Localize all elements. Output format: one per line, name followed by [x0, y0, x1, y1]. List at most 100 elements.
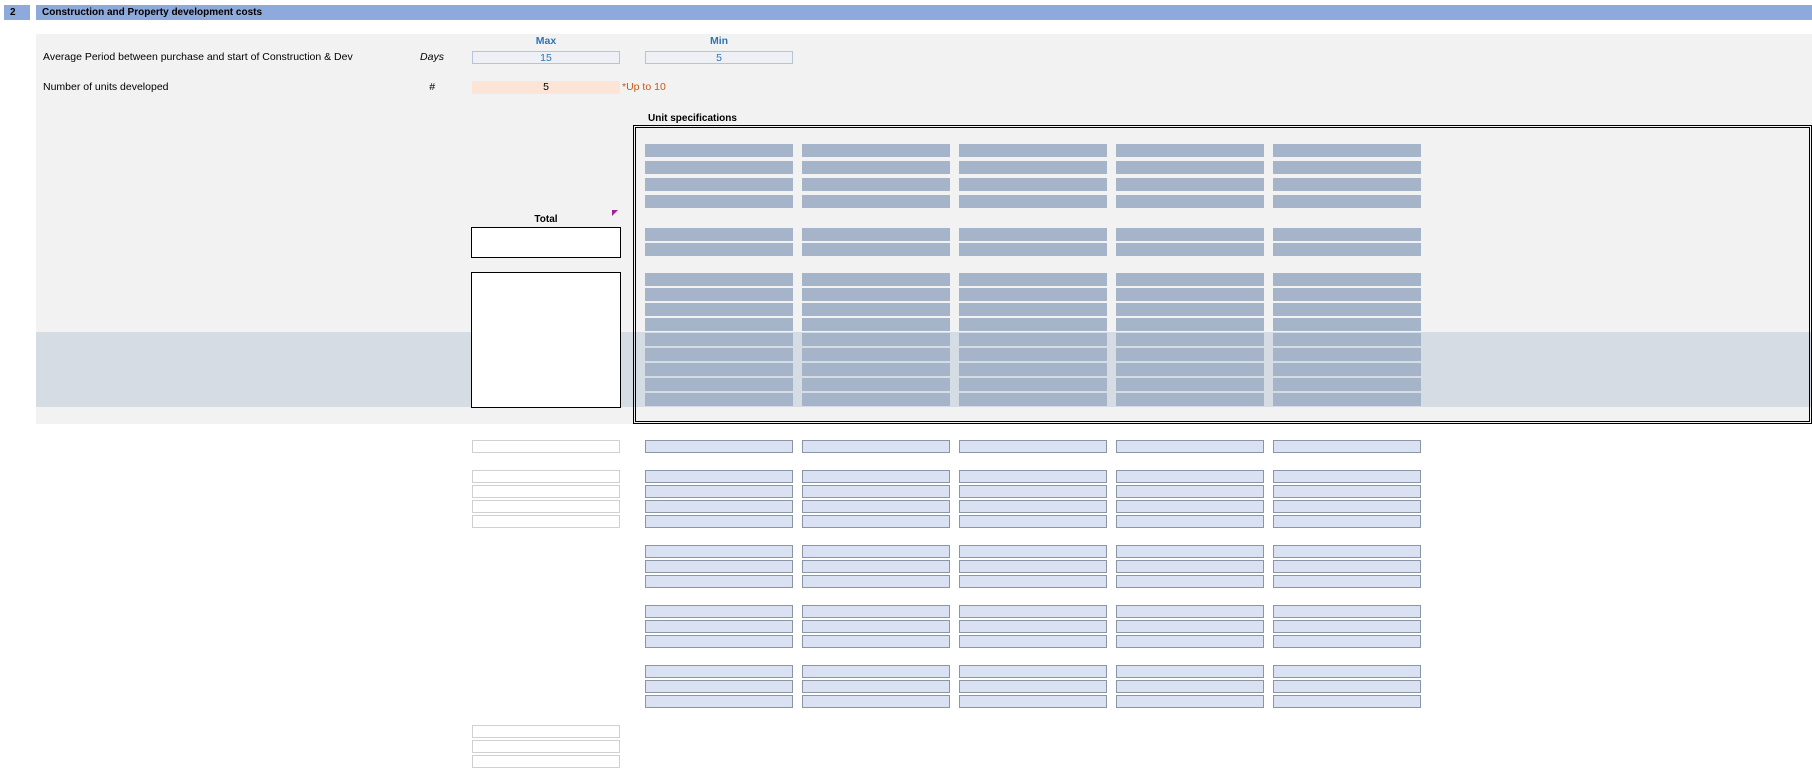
spec-cell[interactable]	[1116, 195, 1264, 208]
surface-cell[interactable]	[959, 228, 1107, 241]
surface-cell[interactable]	[1116, 243, 1264, 256]
cost-cell[interactable]	[1116, 363, 1264, 376]
cost-cell[interactable]	[959, 303, 1107, 316]
cost-cell[interactable]	[802, 348, 950, 361]
ratio-unit	[412, 469, 452, 484]
cost-cell[interactable]	[959, 318, 1107, 331]
surface-cell[interactable]	[645, 228, 793, 241]
cost-cell[interactable]	[1273, 303, 1421, 316]
cost-cell[interactable]	[1116, 303, 1264, 316]
surface-cell[interactable]	[1273, 243, 1421, 256]
cost-total	[472, 363, 620, 376]
cost-cell[interactable]	[1273, 333, 1421, 346]
surface-cell[interactable]	[959, 243, 1107, 256]
spec-cell[interactable]	[802, 178, 950, 191]
total-period-total	[472, 725, 620, 738]
cost-cell[interactable]	[1273, 288, 1421, 301]
max-header: Max	[535, 35, 557, 47]
cost-cell[interactable]	[1273, 348, 1421, 361]
cost-cell[interactable]	[1273, 393, 1421, 406]
surface-cell[interactable]	[645, 243, 793, 256]
spec-cell[interactable]	[802, 195, 950, 208]
total-costs-cell	[959, 440, 1107, 453]
spec-cell[interactable]	[1116, 161, 1264, 174]
cost-cell[interactable]	[959, 393, 1107, 406]
surface-unit	[412, 227, 452, 242]
units-developed-input[interactable]: 5	[472, 81, 620, 94]
cost-cell[interactable]	[802, 303, 950, 316]
cost-cell[interactable]	[802, 333, 950, 346]
cost-cell[interactable]	[1116, 333, 1264, 346]
dev-days-cell	[959, 665, 1107, 678]
unit-specifications-title: Unit specifications	[648, 113, 737, 124]
start-date-cell	[1116, 545, 1264, 558]
cost-cell[interactable]	[645, 303, 793, 316]
cost-cell[interactable]	[645, 378, 793, 391]
cost-cell[interactable]	[959, 348, 1107, 361]
start-date-unit	[412, 559, 452, 574]
cost-cell[interactable]	[1273, 363, 1421, 376]
cost-cell[interactable]	[959, 333, 1107, 346]
spec-cell[interactable]	[1273, 178, 1421, 191]
surface-cell[interactable]	[802, 228, 950, 241]
cost-cell[interactable]	[802, 393, 950, 406]
cost-cell[interactable]	[802, 318, 950, 331]
cost-cell[interactable]	[1273, 273, 1421, 286]
period-min-input[interactable]: 5	[645, 51, 793, 64]
spec-cell[interactable]	[1116, 178, 1264, 191]
cost-cell[interactable]	[959, 378, 1107, 391]
cost-cell[interactable]	[645, 333, 793, 346]
total-costs-cell	[1116, 440, 1264, 453]
dev-days-cell	[802, 665, 950, 678]
end-date-unit	[412, 619, 452, 634]
cost-cell[interactable]	[1116, 378, 1264, 391]
surface-cell[interactable]	[802, 243, 950, 256]
start-date-cell	[1116, 560, 1264, 573]
total-costs-cell	[802, 440, 950, 453]
cost-cell[interactable]	[645, 348, 793, 361]
end-date-cell	[1273, 635, 1421, 648]
end-date-cell	[645, 620, 793, 633]
dev-days-cell	[959, 695, 1107, 708]
total-costs-unit	[412, 439, 452, 454]
dev-days-cell	[1116, 665, 1264, 678]
cost-cell[interactable]	[1116, 318, 1264, 331]
spec-cell[interactable]	[645, 161, 793, 174]
spec-cell[interactable]	[645, 195, 793, 208]
spec-cell[interactable]	[645, 178, 793, 191]
spec-unit	[412, 177, 452, 192]
cost-cell[interactable]	[1116, 393, 1264, 406]
spec-cell[interactable]	[1273, 161, 1421, 174]
end-date-cell	[959, 605, 1107, 618]
cost-cell[interactable]	[645, 393, 793, 406]
period-max-input[interactable]: 15	[472, 51, 620, 64]
cost-cell[interactable]	[1116, 348, 1264, 361]
cost-cell[interactable]	[802, 273, 950, 286]
cost-cell[interactable]	[1273, 318, 1421, 331]
cost-cell[interactable]	[1273, 378, 1421, 391]
spec-cell[interactable]	[802, 161, 950, 174]
ratio-cell	[802, 500, 950, 513]
cost-cell[interactable]	[802, 288, 950, 301]
cost-unit	[412, 392, 452, 407]
end-date-cell	[802, 635, 950, 648]
cost-cell[interactable]	[1116, 273, 1264, 286]
unit-number	[802, 144, 950, 157]
spec-cell[interactable]	[1273, 195, 1421, 208]
cost-cell[interactable]	[1116, 288, 1264, 301]
cost-unit	[412, 347, 452, 362]
spec-cell[interactable]	[959, 178, 1107, 191]
surface-cell[interactable]	[1116, 228, 1264, 241]
cost-cell[interactable]	[645, 273, 793, 286]
spec-cell[interactable]	[959, 161, 1107, 174]
cost-cell[interactable]	[645, 363, 793, 376]
cost-cell[interactable]	[802, 378, 950, 391]
surface-cell[interactable]	[1273, 228, 1421, 241]
cost-cell[interactable]	[959, 288, 1107, 301]
cost-cell[interactable]	[959, 273, 1107, 286]
cost-cell[interactable]	[959, 363, 1107, 376]
cost-cell[interactable]	[802, 363, 950, 376]
cost-cell[interactable]	[645, 318, 793, 331]
cost-cell[interactable]	[645, 288, 793, 301]
spec-cell[interactable]	[959, 195, 1107, 208]
